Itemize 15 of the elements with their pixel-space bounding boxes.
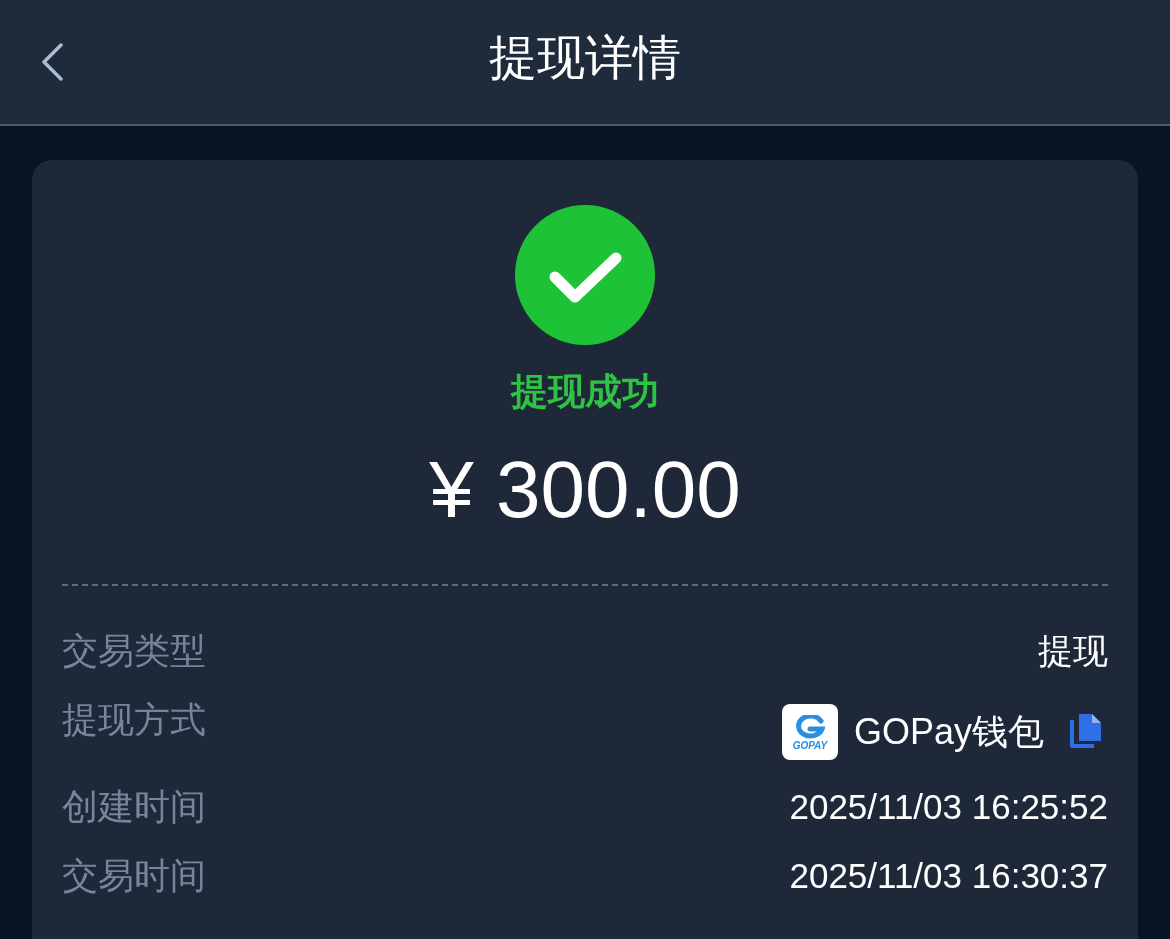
- amount-text: ¥ 300.00: [429, 450, 741, 530]
- back-chevron-icon: [40, 43, 64, 81]
- logo-text: GOPAY: [792, 741, 828, 751]
- detail-label: 提现方式: [62, 698, 206, 742]
- copy-icon[interactable]: [1070, 712, 1102, 748]
- swirl-logo-icon: [794, 715, 825, 739]
- detail-label: 创建时间: [62, 785, 206, 829]
- page-title: 提现详情: [489, 30, 681, 86]
- detail-value: 2025/11/03 16:30:37: [789, 855, 1108, 897]
- status-text: 提现成功: [511, 370, 659, 414]
- detail-label: 交易时间: [62, 854, 206, 898]
- detail-value: GOPay钱包: [853, 710, 1044, 754]
- detail-value: 提现: [1038, 630, 1108, 672]
- detail-label: 交易类型: [62, 629, 206, 673]
- detail-value: 2025/11/03 16:25:52: [789, 786, 1108, 828]
